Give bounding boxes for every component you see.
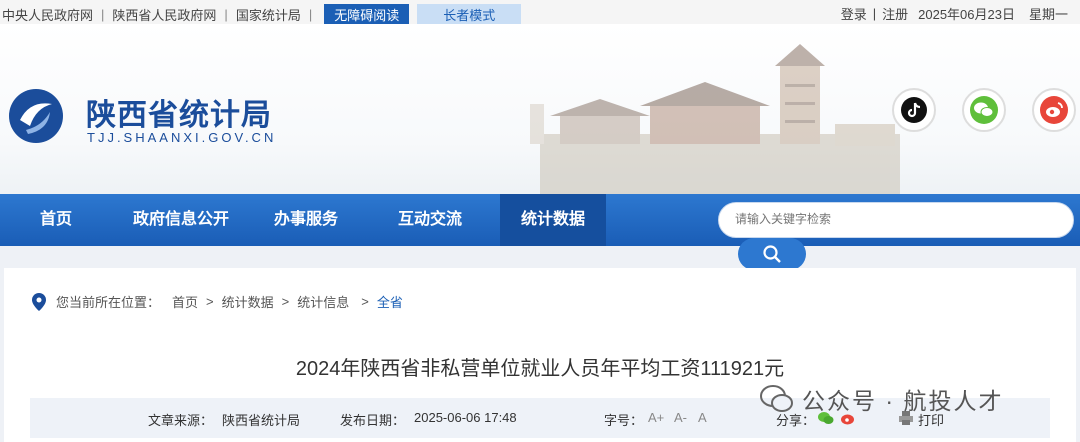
nav-item-interaction[interactable]: 互动交流 (382, 194, 478, 246)
divider: | (872, 6, 877, 21)
breadcrumb-separator: > (281, 294, 290, 309)
date-label: 发布日期： (340, 413, 406, 428)
breadcrumb-separator: > (206, 294, 214, 309)
search-icon (763, 245, 781, 263)
date-text: 2025年06月23日 (918, 7, 1015, 22)
top-utility-bar: 中央人民政府网 | 陕西省人民政府网 | 国家统计局 | 无障碍阅读 长者模式 … (0, 0, 1080, 25)
link-shaanxi-gov[interactable]: 陕西省人民政府网 (112, 5, 216, 24)
font-reset-button[interactable]: A (698, 410, 707, 425)
watermark: 公众号 · 航投人才 (760, 382, 1003, 416)
link-central-gov[interactable]: 中央人民政府网 (2, 5, 93, 24)
weibo-icon[interactable] (1032, 88, 1076, 132)
elder-mode-button[interactable]: 长者模式 (417, 4, 522, 25)
weibo-glyph-icon (1040, 96, 1068, 124)
breadcrumb-item-home[interactable]: 首页 (172, 292, 198, 311)
publish-date: 2025-06-06 17:48 (414, 410, 517, 425)
link-national-stats[interactable]: 国家统计局 (236, 5, 301, 24)
wechat-icon[interactable] (962, 88, 1006, 132)
breadcrumb-current[interactable]: 全省 (377, 292, 403, 311)
font-increase-button[interactable]: A+ (648, 410, 664, 425)
watermark-text: 公众号 · 航投人才 (802, 388, 1004, 414)
main-nav: 首页 政府信息公开 办事服务 互动交流 统计数据 (0, 194, 1080, 246)
source-value: 陕西省统计局 (222, 413, 301, 428)
divider: | (308, 7, 313, 22)
site-header: 陕西省统计局 TJJ.SHAANXI.GOV.CN (0, 24, 1080, 194)
top-right: 登录 | 注册 2025年06月23日 星期一 (835, 4, 1068, 23)
location-pin-icon (32, 292, 46, 311)
divider: | (224, 7, 228, 22)
site-domain: TJJ.SHAANXI.GOV.CN (87, 130, 277, 145)
wechat-glyph-icon (970, 96, 998, 124)
search-input[interactable] (735, 212, 1055, 226)
breadcrumb: 您当前所在位置： 首页 > 统计数据 > 统计信息 > 全省 (32, 292, 405, 311)
nav-item-services[interactable]: 办事服务 (258, 194, 354, 246)
nav-item-gov-info[interactable]: 政府信息公开 (118, 194, 244, 246)
nav-item-home[interactable]: 首页 (14, 194, 98, 246)
tiktok-icon[interactable] (892, 88, 936, 132)
source-label: 文章来源： (148, 413, 214, 428)
weekday-text: 星期一 (1028, 7, 1068, 22)
divider: | (101, 7, 105, 22)
breadcrumb-item-statistics[interactable]: 统计数据 (222, 292, 274, 311)
search-button[interactable] (738, 238, 806, 270)
font-decrease-button[interactable]: A- (674, 410, 687, 425)
top-links: 中央人民政府网 | 陕西省人民政府网 | 国家统计局 | 无障碍阅读 长者模式 (2, 4, 522, 25)
search-box (718, 202, 1074, 238)
tiktok-glyph-icon (901, 97, 927, 123)
register-link[interactable]: 注册 (882, 4, 908, 23)
landmark-illustration (530, 44, 900, 194)
accessibility-button[interactable]: 无障碍阅读 (324, 4, 410, 25)
site-name: 陕西省统计局 (86, 99, 272, 132)
breadcrumb-item-stat-info[interactable]: 统计信息 (297, 292, 349, 311)
bureau-logo-icon (9, 89, 63, 143)
article-title: 2024年陕西省非私营单位就业人员年平均工资111921元 (295, 358, 785, 380)
font-size-label: 字号： (604, 413, 644, 428)
breadcrumb-separator: > (361, 294, 369, 309)
wechat-watermark-icon (760, 385, 793, 412)
login-link[interactable]: 登录 (841, 4, 867, 23)
nav-item-statistics[interactable]: 统计数据 (500, 194, 606, 246)
breadcrumb-prefix: 您当前所在位置： (56, 295, 161, 310)
